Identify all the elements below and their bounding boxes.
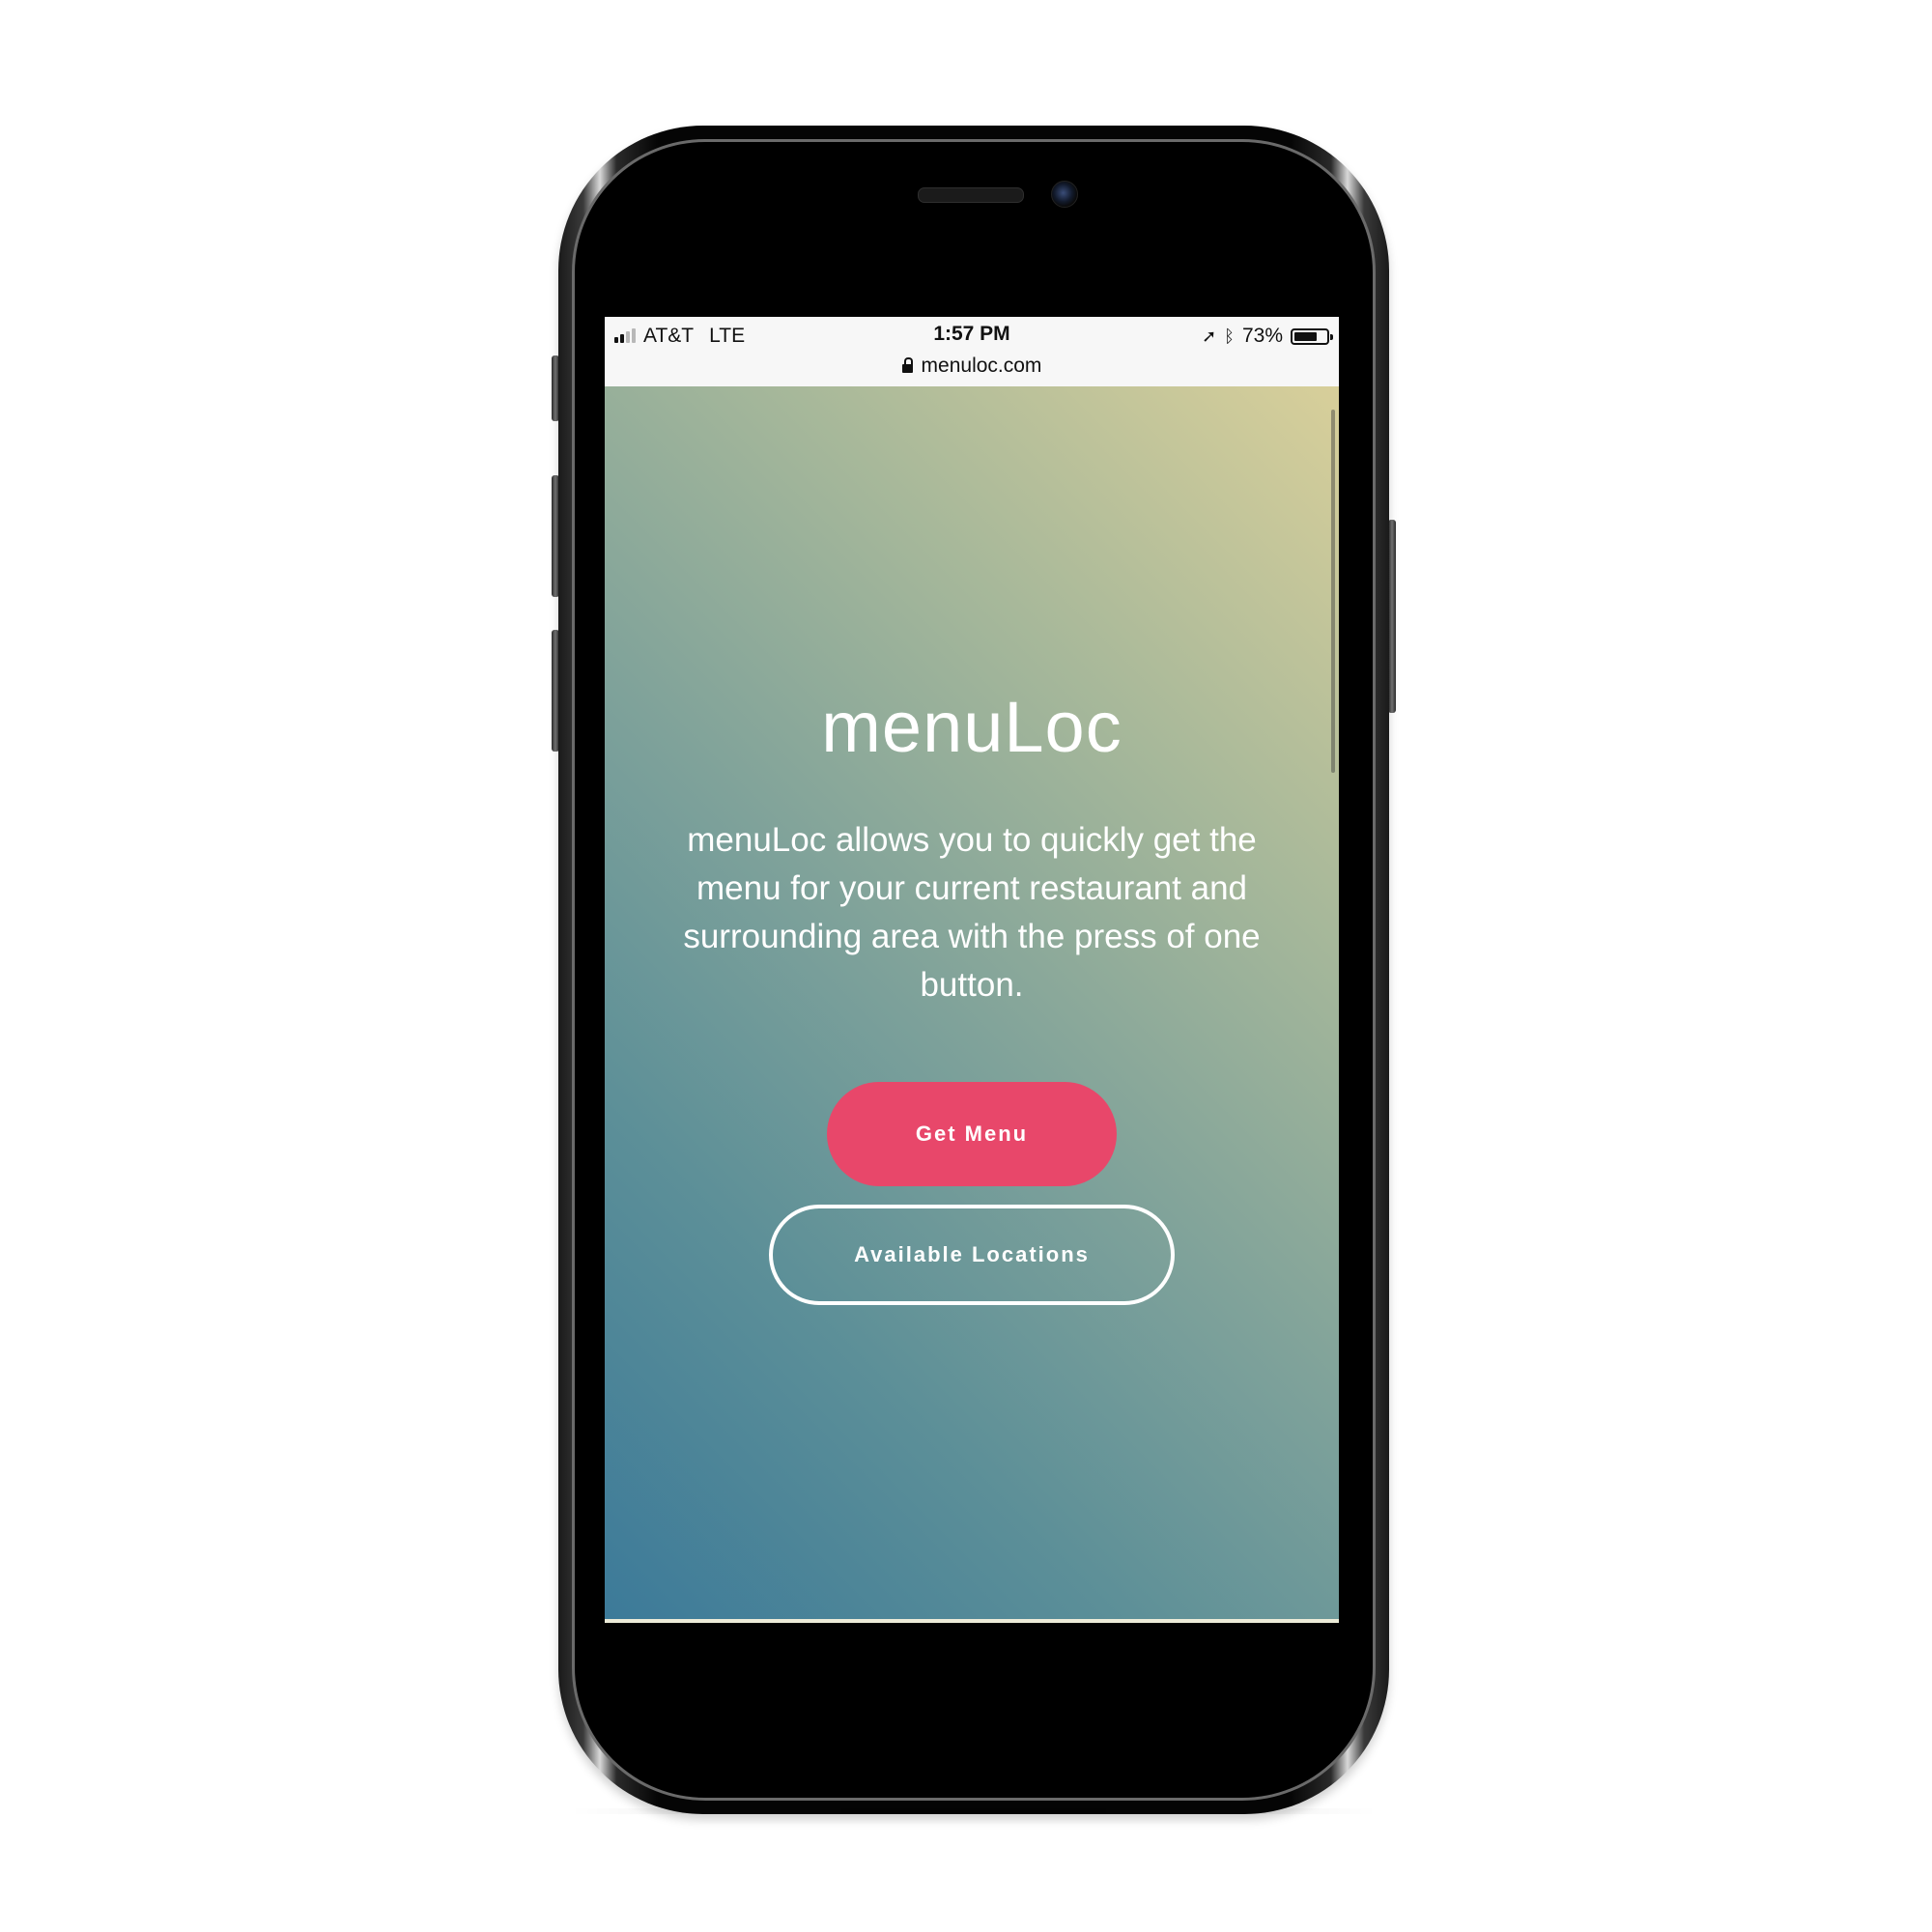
lock-icon <box>901 357 913 373</box>
battery-tip <box>1330 333 1333 340</box>
status-bar: AT&T LTE 1:57 PM ➚ ᛒ 73% menuloc.com <box>605 317 1339 387</box>
power-button <box>1388 520 1396 713</box>
url-text: menuloc.com <box>921 355 1042 377</box>
bluetooth-icon: ᛒ <box>1224 326 1235 346</box>
available-locations-button[interactable]: Available Locations <box>769 1205 1175 1305</box>
earpiece-speaker <box>918 187 1024 203</box>
status-right: ➚ ᛒ 73% <box>1202 323 1333 350</box>
page-title: menuLoc <box>821 687 1122 767</box>
location-arrow-icon: ➚ <box>1202 326 1217 346</box>
page-bottom-edge <box>605 1619 1339 1623</box>
page-description: menuLoc allows you to quickly get the me… <box>683 821 1261 1004</box>
battery-fill <box>1294 331 1317 341</box>
battery-icon <box>1291 327 1333 345</box>
battery-percent: 73% <box>1241 325 1283 347</box>
device-mockup: AT&T LTE 1:57 PM ➚ ᛒ 73% menuloc.com men… <box>0 0 1932 1932</box>
phone-shadow <box>570 1808 1378 1814</box>
address-bar[interactable]: menuloc.com <box>605 352 1339 381</box>
phone-screen: AT&T LTE 1:57 PM ➚ ᛒ 73% menuloc.com men… <box>605 317 1339 1627</box>
front-camera-icon <box>1051 181 1078 208</box>
landing-page: menuLoc menuLoc allows you to quickly ge… <box>605 386 1339 1619</box>
get-menu-button[interactable]: Get Menu <box>827 1082 1117 1186</box>
